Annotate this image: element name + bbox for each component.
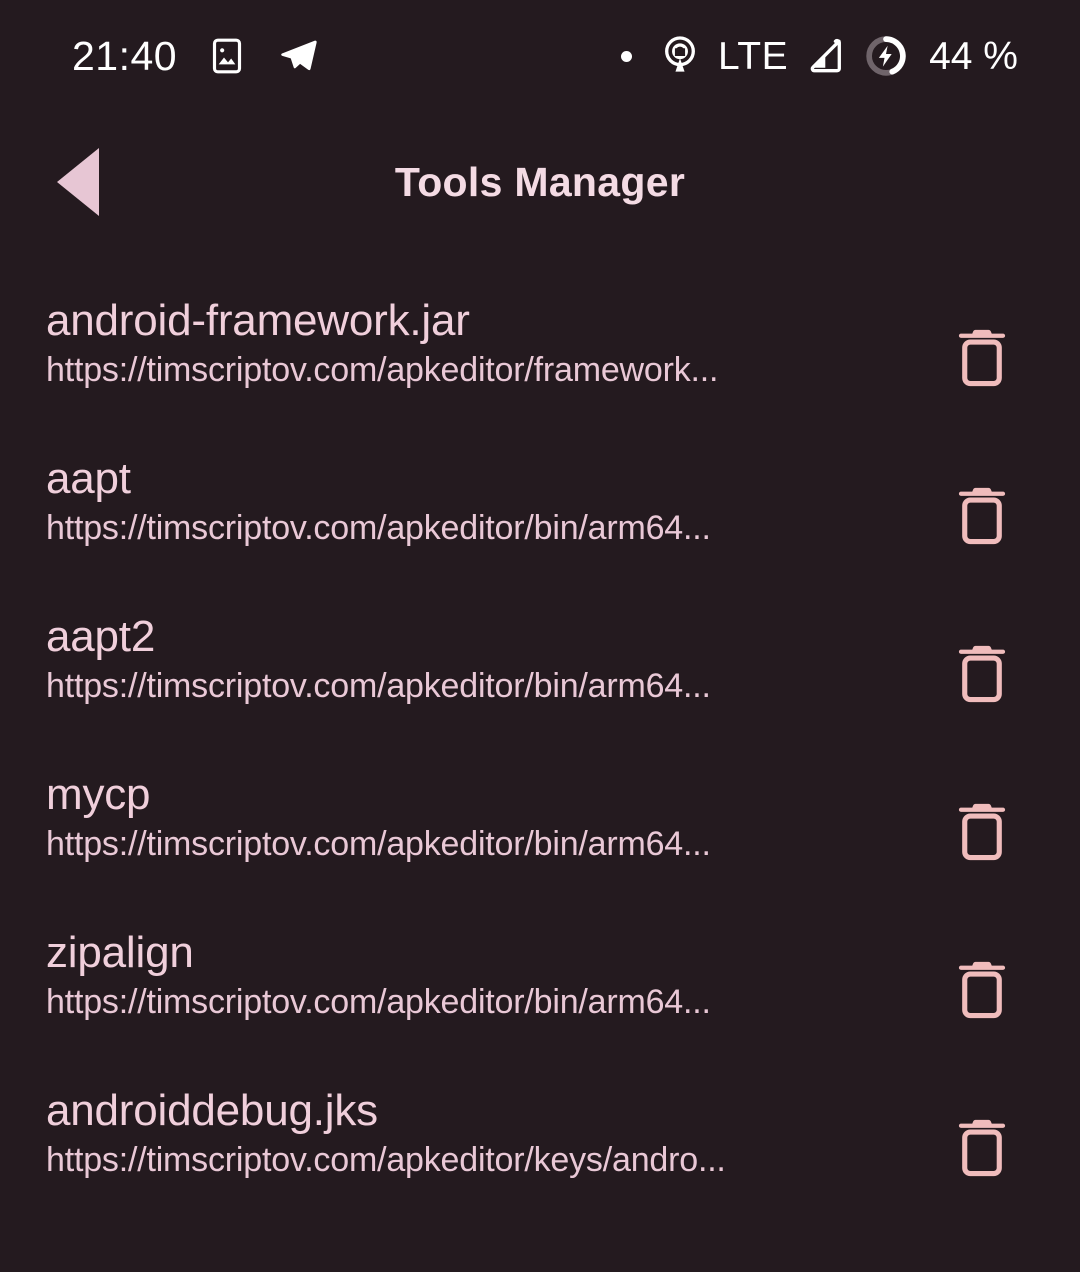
delete-button[interactable] [952, 324, 1012, 390]
tool-name: android-framework.jar [46, 296, 470, 345]
tool-row[interactable]: android-framework.jar https://timscripto… [0, 264, 1080, 422]
tool-row-texts: mycp https://timscriptov.com/apkeditor/b… [0, 738, 880, 864]
status-bar-left: 21:40 [72, 34, 321, 78]
network-type-label: LTE [717, 34, 789, 78]
tool-row-texts: zipalign https://timscriptov.com/apkedit… [0, 896, 880, 1022]
tool-url: https://timscriptov.com/apkeditor/bin/ar… [46, 983, 711, 1022]
trash-icon [958, 1119, 1006, 1177]
app-bar: Tools Manager [0, 112, 1080, 252]
delete-button[interactable] [952, 956, 1012, 1022]
delete-button[interactable] [952, 1114, 1012, 1180]
tool-row[interactable]: androiddebug.jks https://timscriptov.com… [0, 1054, 1080, 1212]
tool-url: https://timscriptov.com/apkeditor/bin/ar… [46, 825, 711, 864]
status-bar-right: LTE 44 % [620, 34, 1018, 78]
battery-percent-label: 44 % [929, 34, 1018, 78]
tools-list: android-framework.jar https://timscripto… [0, 264, 1080, 1272]
tool-row-texts: aapt2 https://timscriptov.com/apkeditor/… [0, 580, 880, 706]
tool-name: aapt [46, 454, 131, 503]
tool-row[interactable]: aapt2 https://timscriptov.com/apkeditor/… [0, 580, 1080, 738]
status-bar: 21:40 LTE 44 % [0, 0, 1080, 112]
tool-row[interactable]: mycp https://timscriptov.com/apkeditor/b… [0, 738, 1080, 896]
telegram-icon [277, 34, 321, 78]
trash-icon [958, 961, 1006, 1019]
tool-name: mycp [46, 770, 151, 819]
tool-url: https://timscriptov.com/apkeditor/bin/ar… [46, 509, 711, 548]
tool-name: aapt2 [46, 612, 156, 661]
tool-name: androiddebug.jks [46, 1086, 378, 1135]
tool-row[interactable]: zipalign https://timscriptov.com/apkedit… [0, 896, 1080, 1054]
delete-button[interactable] [952, 798, 1012, 864]
back-arrow-icon [57, 148, 99, 216]
tool-url: https://timscriptov.com/apkeditor/bin/ar… [46, 667, 711, 706]
tool-row-texts: aapt https://timscriptov.com/apkeditor/b… [0, 422, 880, 548]
tool-url: https://timscriptov.com/apkeditor/keys/a… [46, 1141, 726, 1180]
delete-button[interactable] [952, 640, 1012, 706]
image-icon [207, 36, 247, 76]
tools-manager-screen: 21:40 LTE 44 % Tools Manager android-fra… [0, 0, 1080, 1272]
trash-icon [958, 329, 1006, 387]
tool-row-texts: androiddebug.jks https://timscriptov.com… [0, 1054, 880, 1180]
trash-icon [958, 803, 1006, 861]
tool-row[interactable]: aapt https://timscriptov.com/apkeditor/b… [0, 422, 1080, 580]
tool-name: zipalign [46, 928, 194, 977]
battery-charging-icon [864, 34, 908, 78]
tool-url: https://timscriptov.com/apkeditor/framew… [46, 351, 719, 390]
trash-icon [958, 645, 1006, 703]
hotspot-icon [659, 35, 701, 77]
page-title: Tools Manager [394, 158, 686, 205]
back-button[interactable] [32, 136, 124, 228]
delete-button[interactable] [952, 482, 1012, 548]
signal-icon [805, 35, 847, 77]
trash-icon [958, 487, 1006, 545]
tool-row-texts: android-framework.jar https://timscripto… [0, 264, 880, 390]
status-clock: 21:40 [72, 32, 178, 79]
notification-dot-icon [620, 50, 632, 62]
